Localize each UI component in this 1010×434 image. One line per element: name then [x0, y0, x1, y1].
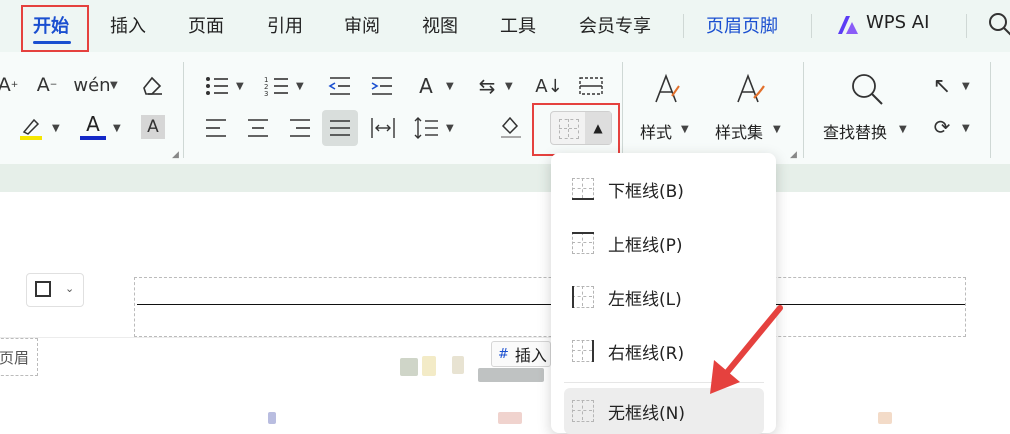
- left-border-icon: [572, 286, 594, 308]
- align-right-icon[interactable]: [288, 117, 312, 139]
- highlight-box-borders-button: [532, 103, 620, 156]
- blurred-content: [498, 412, 522, 424]
- bottom-border-icon: [572, 178, 594, 200]
- grow-font-icon[interactable]: A +: [0, 72, 18, 98]
- tab-member[interactable]: 会员专享: [579, 12, 651, 38]
- sort-icon[interactable]: A↓: [535, 72, 562, 100]
- text-direction-icon[interactable]: A: [412, 72, 440, 100]
- search-icon[interactable]: [988, 12, 1010, 36]
- chevron-down-icon: ⌄: [65, 282, 75, 295]
- tab-divider: [966, 14, 967, 38]
- numbered-list-icon[interactable]: 123: [264, 74, 290, 98]
- line-spacing-icon[interactable]: [414, 116, 440, 140]
- blurred-content: [452, 356, 464, 374]
- hash-icon: #: [498, 346, 509, 362]
- tab-header-footer[interactable]: 页眉页脚: [706, 12, 778, 38]
- menu-item-bottom-border[interactable]: 下框线(B): [564, 166, 764, 212]
- menu-item-label: 左框线(L): [608, 289, 682, 310]
- style-icon[interactable]: [652, 72, 682, 106]
- chevron-down-icon[interactable]: ▼: [505, 81, 513, 92]
- menu-item-top-border[interactable]: 上框线(P): [564, 220, 764, 266]
- menu-item-label: 上框线(P): [608, 235, 683, 256]
- menu-item-label: 右框线(R): [608, 343, 685, 364]
- tab-insert[interactable]: 插入: [110, 12, 146, 38]
- chevron-down-icon[interactable]: ▼: [52, 123, 60, 134]
- font-dialog-launcher-icon[interactable]: ◢: [172, 150, 179, 160]
- insert-button[interactable]: # 插入: [491, 341, 551, 367]
- doc-region-divider: [0, 337, 560, 338]
- select-cursor-icon[interactable]: ↖: [930, 72, 954, 100]
- justify-icon[interactable]: [322, 110, 358, 146]
- chevron-down-icon[interactable]: ▼: [113, 123, 121, 134]
- chevron-down-icon[interactable]: ▼: [446, 123, 454, 134]
- right-border-icon: [572, 340, 594, 362]
- blurred-content: [422, 356, 436, 376]
- style-set-button-label[interactable]: 样式集: [715, 119, 763, 143]
- decrease-indent-icon[interactable]: [328, 74, 352, 98]
- group-divider: [990, 62, 991, 158]
- align-left-icon[interactable]: [204, 117, 228, 139]
- style-set-icon[interactable]: [734, 72, 766, 106]
- sort-swap-icon[interactable]: ⇆: [474, 72, 500, 100]
- chevron-down-icon[interactable]: ▼: [296, 81, 304, 92]
- bullet-list-icon[interactable]: [204, 74, 230, 98]
- align-center-icon[interactable]: [246, 117, 270, 139]
- highlighter-icon[interactable]: [18, 114, 44, 142]
- chevron-down-icon[interactable]: ▼: [962, 81, 970, 92]
- find-replace-icon[interactable]: [850, 72, 884, 106]
- style-dialog-launcher-icon[interactable]: ◢: [790, 150, 797, 160]
- insert-button-label: 插入: [514, 346, 547, 365]
- font-color-icon[interactable]: A: [80, 112, 106, 142]
- distributed-align-icon[interactable]: [370, 116, 396, 140]
- phonetic-guide-icon[interactable]: wén: [73, 72, 110, 98]
- character-shading-icon[interactable]: A: [141, 115, 165, 139]
- wps-ai-logo-icon: [836, 14, 860, 36]
- tab-divider: [811, 14, 812, 38]
- chevron-down-icon[interactable]: ▼: [773, 124, 781, 135]
- blurred-content: [878, 412, 892, 424]
- frame-icon: [35, 281, 51, 297]
- annotation-arrow: [700, 300, 790, 400]
- ribbon-panel: [0, 52, 1010, 164]
- frame-tool-button[interactable]: ⌄: [26, 273, 84, 307]
- chevron-down-icon[interactable]: ▼: [236, 81, 244, 92]
- convert-icon[interactable]: ⟳: [928, 113, 956, 141]
- chevron-down-icon[interactable]: ▼: [681, 124, 689, 135]
- tab-view[interactable]: 视图: [422, 12, 458, 38]
- increase-indent-icon[interactable]: [370, 74, 394, 98]
- tab-tools[interactable]: 工具: [500, 12, 536, 38]
- group-divider: [622, 62, 623, 158]
- chevron-down-icon[interactable]: ▼: [446, 81, 454, 92]
- blurred-content: [268, 412, 276, 424]
- highlight-box-home-tab: [21, 5, 89, 52]
- blurred-content: [478, 368, 544, 382]
- chevron-down-icon[interactable]: ▼: [899, 124, 907, 135]
- tab-wps-ai[interactable]: WPS AI: [866, 12, 929, 33]
- style-button-label[interactable]: 样式: [640, 119, 672, 143]
- show-marks-icon[interactable]: [578, 74, 604, 98]
- tab-review[interactable]: 审阅: [344, 12, 380, 38]
- group-divider: [803, 62, 804, 158]
- tab-references[interactable]: 引用: [267, 12, 303, 38]
- chevron-down-icon[interactable]: ▼: [962, 123, 970, 134]
- shrink-font-icon[interactable]: A −: [34, 72, 60, 98]
- shading-fill-icon[interactable]: [498, 114, 524, 140]
- eraser-icon[interactable]: [140, 74, 164, 96]
- menu-item-label: 无框线(N): [608, 403, 685, 424]
- header-region[interactable]: [134, 277, 966, 337]
- header-tag[interactable]: 页眉: [0, 338, 38, 376]
- tab-page[interactable]: 页面: [188, 12, 224, 38]
- find-replace-button-label[interactable]: 查找替换: [823, 119, 887, 143]
- blurred-content: [400, 358, 418, 376]
- svg-text:3: 3: [264, 90, 268, 98]
- top-border-icon: [572, 232, 594, 254]
- menu-item-label: 下框线(B): [608, 181, 684, 202]
- no-border-icon: [572, 400, 594, 422]
- chevron-down-icon[interactable]: ▼: [110, 80, 118, 91]
- ribbon-bottom-strip: [0, 164, 1010, 192]
- group-divider: [183, 62, 184, 158]
- tab-divider: [683, 14, 684, 38]
